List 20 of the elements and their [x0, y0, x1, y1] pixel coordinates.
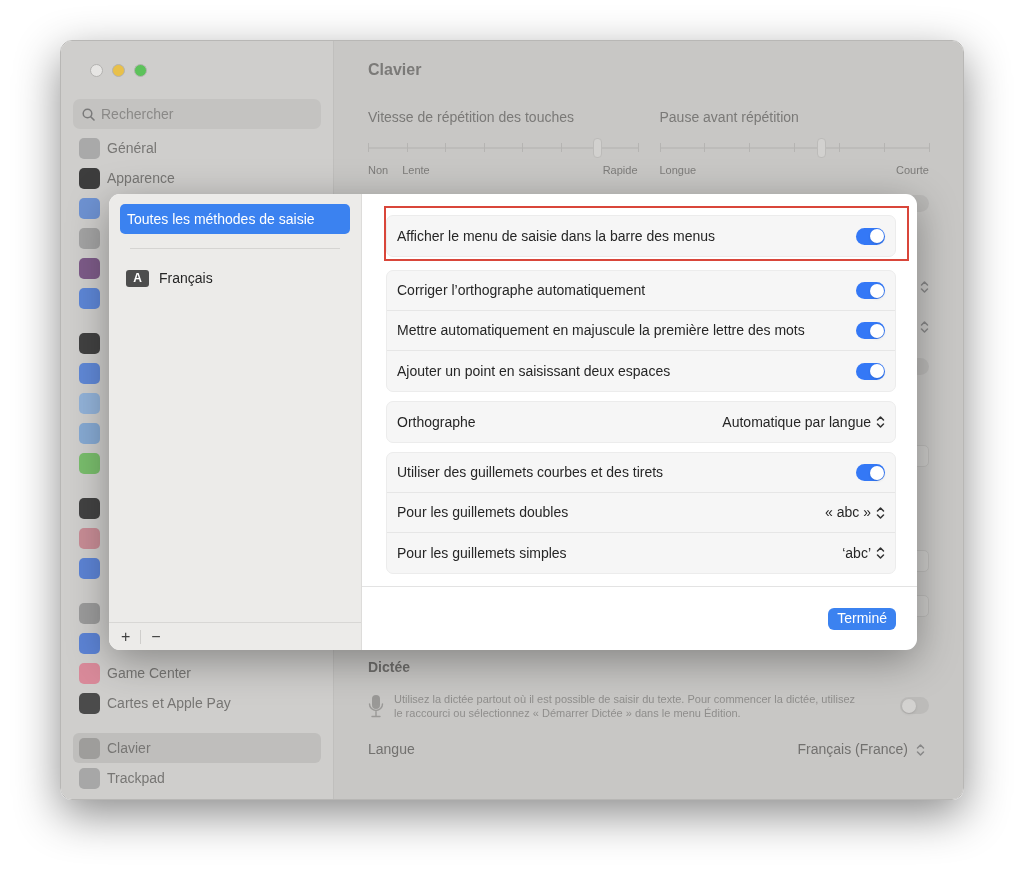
setting-label: Ajouter un point en saisissant deux espaces: [397, 361, 671, 381]
setting-label: Corriger l’orthographe automatiquement: [397, 281, 646, 300]
keyboard-badge: A: [126, 269, 149, 287]
slider-max-label: Rapide: [602, 163, 638, 178]
section-heading: Dictée: [368, 658, 411, 677]
slider-max-label: Courte: [895, 163, 929, 178]
page-title: Clavier: [368, 60, 422, 80]
setting-label: Mettre automatiquement en majuscule la première lettre des mots: [397, 321, 805, 340]
slider-label: Pause avant répétition: [659, 108, 800, 127]
setting-label: Pour les guillemets doubles: [397, 503, 569, 522]
setting-label: Utiliser des guillemets courbes et des tirets: [397, 463, 664, 482]
language-name: Français: [159, 268, 213, 288]
slider-min-label: Non: [368, 163, 389, 178]
language-label: Langue: [368, 740, 415, 759]
slider-label: Vitesse de répétition des touches: [368, 108, 575, 127]
setting-label: Pour les guillemets simples: [397, 543, 567, 563]
setting-label: Afficher le menu de saisie dans la barre des menus: [397, 226, 716, 246]
slider-min-label: Longue: [659, 163, 697, 178]
setting-label: Orthographe: [397, 412, 476, 432]
slider-min-label: Lente: [402, 163, 430, 178]
